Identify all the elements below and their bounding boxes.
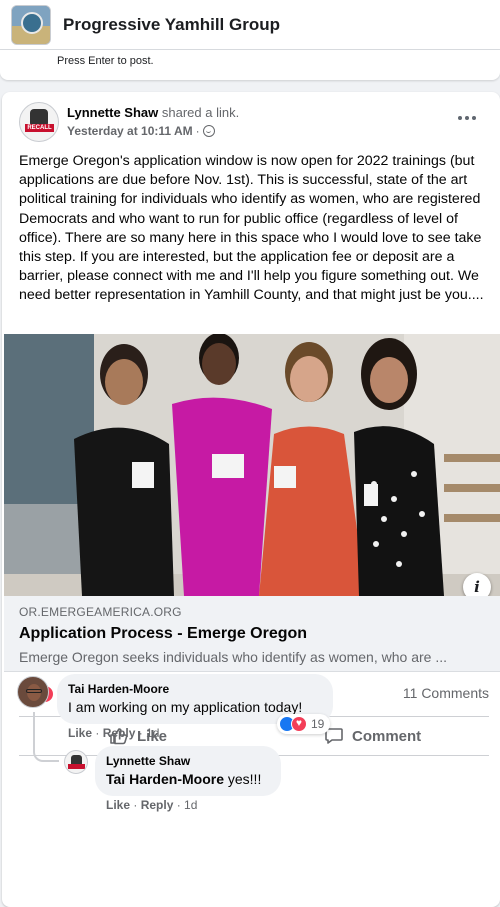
comment-button-label: Comment [352,727,422,745]
comment-actions: Like · Reply · 1d [68,726,160,740]
commenter-name[interactable]: Tai Harden-Moore [68,682,169,696]
reply-reply-link[interactable]: Reply [141,798,174,812]
comment-button[interactable]: Comment [324,717,421,755]
post-body-text: Emerge Oregon's application window is no… [19,153,484,304]
reply-actions: Like · Reply · 1d [106,798,198,812]
comment-text: I am working on my application today! [68,699,303,715]
reply-text: Tai Harden-Moore yes!!! [106,771,261,787]
globe-icon [202,125,215,137]
group-avatar[interactable] [11,4,51,45]
reply-author-avatar[interactable] [64,750,88,774]
group-header: Progressive Yamhill Group [0,0,500,50]
comment-reaction-count: 19 [311,717,325,731]
reply-bubble: Lynnette Shaw Tai Harden-Moore yes!!! [95,746,281,796]
reply-time[interactable]: 1d [184,798,197,812]
link-preview-image[interactable]: i [4,334,500,596]
comments-count[interactable]: 11 Comments [403,685,489,701]
commenter-avatar[interactable] [17,676,49,708]
link-description: Emerge Oregon seeks individuals who iden… [19,649,447,665]
info-icon[interactable]: i [463,573,491,596]
more-options-icon[interactable] [458,116,476,120]
link-title[interactable]: Application Process - Emerge Oregon [19,625,307,643]
comment-time[interactable]: 1d [146,726,159,740]
post-author-name[interactable]: Lynnette Shaw [67,105,158,120]
love-reaction-icon: ♥ [291,716,307,732]
comment-reactions[interactable]: ♥ 19 [277,714,331,734]
comment-reply-link[interactable]: Reply [103,726,136,740]
reply-thread-line [33,712,59,762]
post-action-text: shared a link. [161,105,240,120]
reply-like-link[interactable]: Like [106,798,130,812]
reply-author-name[interactable]: Lynnette Shaw [106,754,190,768]
comment-like-link[interactable]: Like [68,726,92,740]
group-title[interactable]: Progressive Yamhill Group [63,15,280,35]
post-timestamp[interactable]: Yesterday at 10:11 AM [67,124,193,138]
reply-text-body: yes!!! [223,771,262,787]
author-avatar[interactable]: RECALL [19,102,59,142]
link-domain: OR.EMERGEAMERICA.ORG [19,605,182,619]
meta-separator: · [195,124,200,138]
group-photo [4,334,500,596]
composer-footer: Press Enter to post. [0,50,500,80]
press-enter-hint: Press Enter to post. [57,55,154,67]
mention-link[interactable]: Tai Harden-Moore [106,771,224,787]
post-author-line: Lynnette Shaw shared a link. [67,105,239,120]
post-meta: Yesterday at 10:11 AM · [67,124,215,138]
link-preview-card[interactable]: OR.EMERGEAMERICA.ORG Application Process… [4,596,500,672]
